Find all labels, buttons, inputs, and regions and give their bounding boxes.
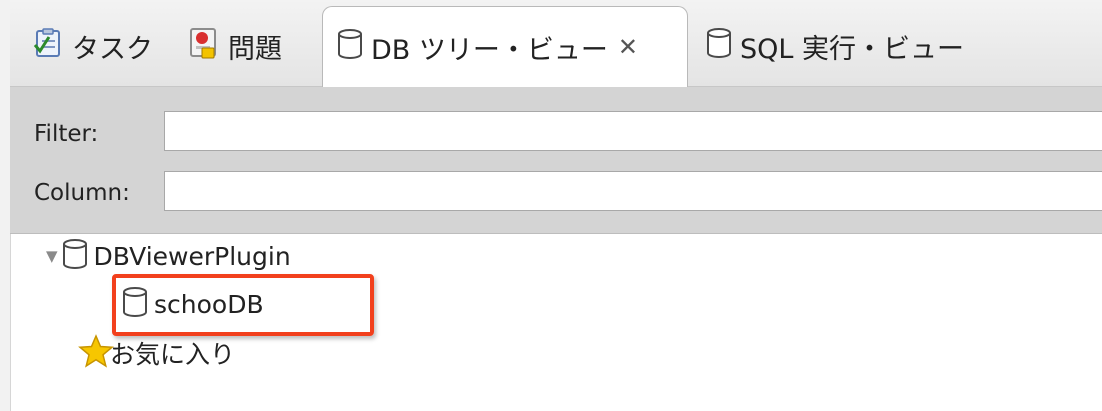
database-icon — [337, 28, 363, 67]
filter-panel: Filter: Column: — [10, 87, 1102, 234]
tab-problems[interactable]: 問題 — [188, 6, 282, 86]
tab-label: DB ツリー・ビュー — [371, 34, 608, 66]
tree-item-dbviewerplugin[interactable]: ▼ DBViewerPlugin — [46, 238, 291, 274]
expand-triangle-icon[interactable]: ▼ — [46, 247, 58, 265]
column-label: Column: — [34, 180, 130, 206]
tab-label: SQL 実行・ビュー — [740, 33, 965, 65]
close-icon[interactable]: ✕ — [618, 33, 638, 61]
tree-item-label: DBViewerPlugin — [93, 241, 291, 271]
filter-label: Filter: — [34, 121, 99, 147]
tree-item-favorites[interactable]: お気に入り — [78, 334, 235, 372]
star-icon — [78, 334, 114, 372]
database-icon — [62, 238, 88, 274]
db-tree-view: タスク 問題 DB ツリー・ビュー ✕ SQL 実行・ビュー Filter: C… — [0, 0, 1102, 411]
tab-tasks[interactable]: タスク — [32, 6, 153, 86]
highlight-annotation-box — [112, 274, 374, 336]
tab-sql-execute-view[interactable]: SQL 実行・ビュー — [706, 6, 964, 86]
tree-item-label: お気に入り — [110, 340, 236, 369]
database-icon — [706, 27, 732, 66]
tasks-icon — [32, 27, 64, 66]
tab-bar: タスク 問題 DB ツリー・ビュー ✕ SQL 実行・ビュー — [10, 0, 1102, 87]
column-input[interactable] — [164, 171, 1102, 211]
tab-db-tree-view[interactable]: DB ツリー・ビュー ✕ — [322, 6, 688, 87]
problems-icon — [188, 26, 220, 67]
filter-input[interactable] — [164, 111, 1102, 151]
tab-label: 問題 — [228, 33, 282, 65]
tab-label: タスク — [72, 33, 153, 65]
